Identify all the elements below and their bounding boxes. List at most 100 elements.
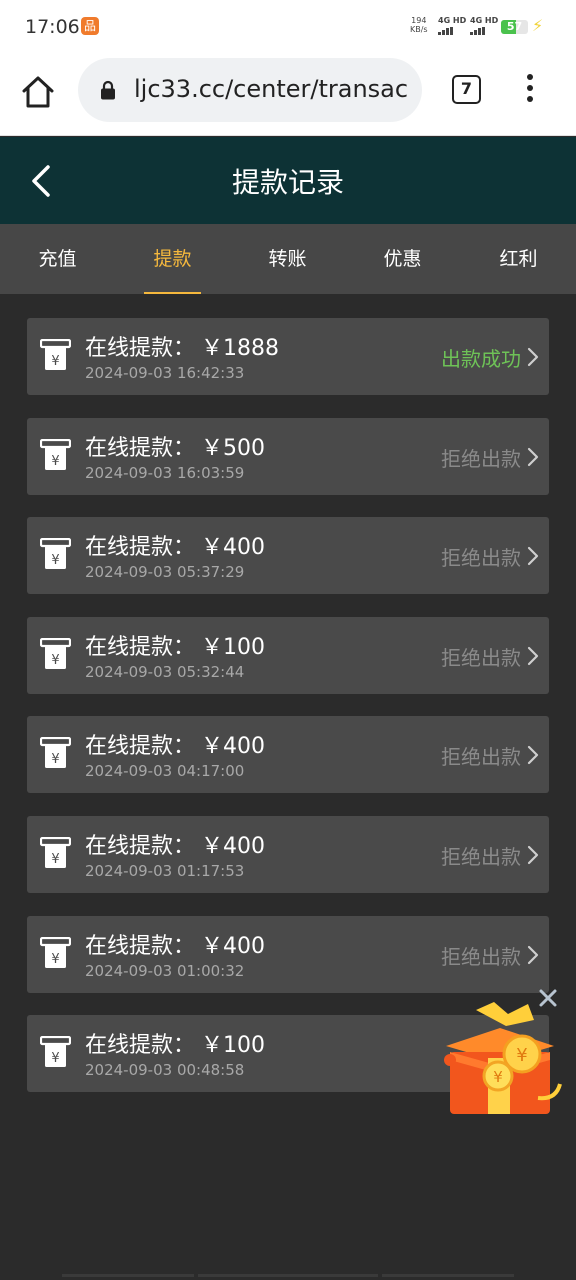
record-title: 在线提款： ￥400	[85, 529, 265, 561]
chevron-right-icon	[527, 546, 539, 566]
svg-text:¥: ¥	[51, 952, 59, 967]
tab-recharge[interactable]: 充值	[0, 224, 115, 294]
battery-level: 57	[506, 20, 523, 33]
svg-text:¥: ¥	[51, 752, 59, 767]
tab-bonus[interactable]: 红利	[461, 224, 576, 294]
record-type: 在线提款：	[85, 336, 196, 361]
record-title: 在线提款： ￥1888	[85, 330, 279, 362]
network-speed-value: 194	[411, 16, 427, 25]
svg-text:¥: ¥	[51, 454, 59, 469]
record-amount: ￥1888	[201, 336, 280, 361]
network-speed: 194 KB/s	[410, 16, 428, 34]
chevron-right-icon	[527, 447, 539, 467]
svg-text:¥: ¥	[516, 1045, 527, 1066]
record-time: 2024-09-03 04:17:00	[85, 762, 245, 780]
app-header: 提款记录	[0, 137, 576, 224]
yen-receipt-icon: ¥	[40, 339, 71, 370]
record-type: 在线提款：	[85, 934, 196, 959]
lock-icon	[101, 80, 115, 100]
record-title: 在线提款： ￥400	[85, 928, 265, 960]
svg-text:¥: ¥	[51, 553, 59, 568]
sim1-signal-icon: 4G HD	[438, 16, 467, 35]
sim2-label: 4G HD	[470, 16, 499, 25]
record-title: 在线提款： ￥500	[85, 430, 265, 462]
yen-receipt-icon: ¥	[40, 638, 71, 669]
record-time: 2024-09-03 16:03:59	[85, 464, 245, 482]
status-bar: 17:06 品 194 KB/s 4G HD 4G HD 57 ⚡	[0, 0, 576, 52]
status-time: 17:06	[25, 16, 80, 38]
record-amount: ￥500	[201, 436, 266, 461]
page-title: 提款记录	[231, 166, 344, 199]
yen-receipt-icon: ¥	[40, 837, 71, 868]
yen-receipt-icon: ¥	[40, 937, 71, 968]
record-time: 2024-09-03 05:32:44	[85, 663, 245, 681]
record-title: 在线提款： ￥100	[85, 629, 265, 661]
sim1-label: 4G HD	[438, 16, 467, 25]
record-type: 在线提款：	[85, 834, 196, 859]
battery-icon: 57	[501, 20, 528, 34]
record-time: 2024-09-03 00:48:58	[85, 1061, 245, 1079]
chevron-right-icon	[527, 646, 539, 666]
record-row[interactable]: ¥ 在线提款： ￥1888 2024-09-03 16:42:33 出款成功	[27, 318, 549, 395]
svg-text:¥: ¥	[51, 852, 59, 867]
svg-text:¥: ¥	[51, 653, 59, 668]
record-type: 在线提款：	[85, 635, 196, 660]
record-status: 拒绝出款	[441, 945, 521, 969]
record-title: 在线提款： ￥100	[85, 1027, 265, 1059]
record-row[interactable]: ¥ 在线提款： ￥500 2024-09-03 16:03:59 拒绝出款	[27, 418, 549, 495]
tab-transfer[interactable]: 转账	[230, 224, 345, 294]
home-indicator	[62, 1274, 514, 1277]
record-type: 在线提款：	[85, 535, 196, 560]
yen-receipt-icon: ¥	[40, 439, 71, 470]
record-status: 拒绝出款	[441, 546, 521, 570]
svg-text:¥: ¥	[493, 1068, 503, 1086]
record-status: 拒绝出款	[441, 845, 521, 869]
record-amount: ￥400	[201, 834, 266, 859]
gift-box-icon[interactable]: ¥ ¥	[436, 1000, 566, 1118]
chevron-right-icon	[527, 845, 539, 865]
record-time: 2024-09-03 05:37:29	[85, 563, 245, 581]
record-type: 在线提款：	[85, 734, 196, 759]
notification-app-icon: 品	[81, 17, 99, 35]
yen-receipt-icon: ¥	[40, 538, 71, 569]
chevron-right-icon	[527, 347, 539, 367]
url-text: ljc33.cc/center/transac	[134, 75, 409, 103]
address-bar[interactable]: ljc33.cc/center/transac	[78, 58, 422, 122]
record-title: 在线提款： ￥400	[85, 828, 265, 860]
record-row[interactable]: ¥ 在线提款： ￥100 2024-09-03 05:32:44 拒绝出款	[27, 617, 549, 694]
transaction-tabs: 充值 提款 转账 优惠 红利	[0, 224, 576, 294]
record-title: 在线提款： ￥400	[85, 728, 265, 760]
record-amount: ￥400	[201, 734, 266, 759]
browser-toolbar: ljc33.cc/center/transac 7	[0, 52, 576, 136]
svg-text:¥: ¥	[51, 1051, 59, 1066]
record-status: 出款成功	[441, 347, 521, 371]
record-status: 拒绝出款	[441, 745, 521, 769]
sim2-signal-icon: 4G HD	[470, 16, 499, 35]
record-status: 拒绝出款	[441, 447, 521, 471]
promo-close-icon[interactable]	[537, 987, 559, 1009]
record-row[interactable]: ¥ 在线提款： ￥400 2024-09-03 01:00:32 拒绝出款	[27, 916, 549, 993]
tab-promotions[interactable]: 优惠	[345, 224, 460, 294]
charging-icon: ⚡	[532, 16, 544, 35]
record-amount: ￥400	[201, 535, 266, 560]
record-amount: ￥400	[201, 934, 266, 959]
yen-receipt-icon: ¥	[40, 737, 71, 768]
record-status: 拒绝出款	[441, 646, 521, 670]
record-amount: ￥100	[201, 635, 266, 660]
record-row[interactable]: ¥ 在线提款： ￥400 2024-09-03 04:17:00 拒绝出款	[27, 716, 549, 793]
record-time: 2024-09-03 16:42:33	[85, 364, 245, 382]
record-type: 在线提款：	[85, 436, 196, 461]
record-time: 2024-09-03 01:17:53	[85, 862, 245, 880]
svg-text:¥: ¥	[51, 354, 59, 369]
more-menu-icon[interactable]	[520, 74, 540, 108]
record-row[interactable]: ¥ 在线提款： ￥400 2024-09-03 01:17:53 拒绝出款	[27, 816, 549, 893]
chevron-right-icon	[527, 945, 539, 965]
chevron-right-icon	[527, 745, 539, 765]
record-type: 在线提款：	[85, 1033, 196, 1058]
record-amount: ￥100	[201, 1033, 266, 1058]
tab-withdraw[interactable]: 提款	[115, 224, 230, 294]
home-icon[interactable]	[20, 74, 56, 110]
tab-switcher-button[interactable]: 7	[452, 75, 481, 104]
record-row[interactable]: ¥ 在线提款： ￥400 2024-09-03 05:37:29 拒绝出款	[27, 517, 549, 594]
yen-receipt-icon: ¥	[40, 1036, 71, 1067]
